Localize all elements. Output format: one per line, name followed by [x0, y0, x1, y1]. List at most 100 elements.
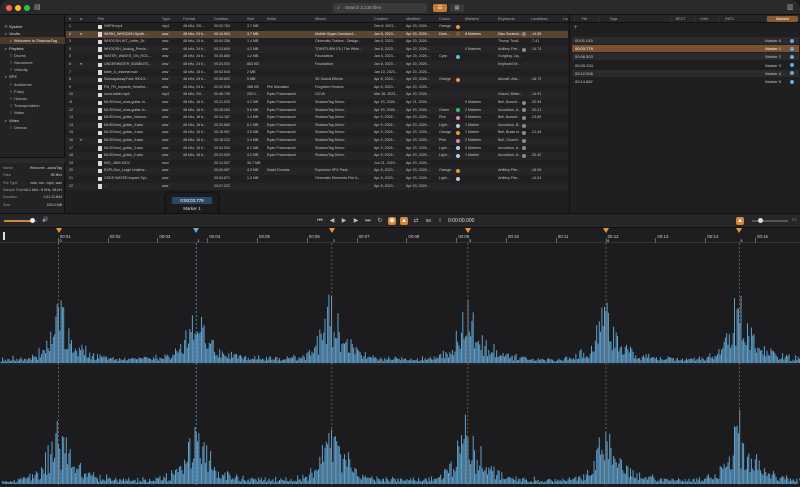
table-row[interactable]: 12 MUSOrnst_ocva-guitar-m... wav 48 kHz, 16…: [66, 106, 568, 115]
tab-ixml[interactable]: iXML: [694, 16, 714, 22]
close-window-button[interactable]: [6, 5, 12, 11]
table-row[interactable]: 20 EXPLOsn_Large Underw... wav 00:06.067 4.3…: [66, 167, 568, 175]
column-header[interactable]: Size: [247, 17, 266, 21]
sidebar-item[interactable]: ⚙System: [0, 23, 65, 30]
tab-file[interactable]: File: [574, 16, 594, 22]
playhead-icon[interactable]: [3, 232, 5, 240]
zoom-slider[interactable]: [752, 218, 788, 223]
tab-info[interactable]: INFO: [718, 16, 740, 22]
column-header[interactable]: Loudness: [531, 17, 561, 21]
sidebar-item[interactable]: ≡ Transportation: [0, 102, 65, 109]
sidebar-item[interactable]: ▸ Welcome to ShadowTag: [0, 37, 65, 45]
marker-row[interactable]: 00:09.234 Marker 3: [572, 62, 799, 69]
column-header[interactable]: Modified: [406, 17, 438, 21]
minimize-window-button[interactable]: [15, 5, 21, 11]
search-input[interactable]: Search 2,138 files: [345, 5, 381, 10]
marker-flag[interactable]: [464, 228, 471, 233]
scroll-lock-button[interactable]: ▲: [736, 217, 744, 225]
sidebar-item[interactable]: ≡ Ambience: [0, 81, 65, 88]
list-view-button[interactable]: ☰: [433, 4, 447, 12]
tab-bext[interactable]: BEXT: [670, 16, 690, 22]
marker-flag[interactable]: [602, 228, 609, 233]
metronome-button[interactable]: ▲: [400, 217, 408, 225]
marker-flag[interactable]: [736, 228, 743, 233]
sidebar-item[interactable]: ≡ Foley: [0, 88, 65, 95]
sidebar-item[interactable]: ≡ Drums: [0, 52, 65, 59]
sidebar-item[interactable]: ≡ Demos: [0, 124, 65, 131]
sidebar-item[interactable]: ≡ Swooshes: [0, 59, 65, 66]
timeline-ruler[interactable]: 00:01 00:02 00:03 00:04 00:05 00:06 00:07 00:08…: [0, 228, 800, 243]
table-row[interactable]: 5 WATER_WAVES_ON_ROC... wav 48 kHz, 24 b...…: [66, 53, 568, 61]
column-header[interactable]: Type: [162, 17, 182, 21]
table-row[interactable]: 18 MUSOrnst_guitar_2.wav wav 48 kHz, 16 b..…: [66, 152, 568, 160]
waveform-view[interactable]: [0, 243, 800, 487]
table-row[interactable]: 19 IMG_4860.MOV mov 00:13.537 30.7 MB Jun 21,…: [66, 159, 568, 168]
table-row[interactable]: 9 FM_FN_Impacts_Heartbe... wav 48 kHz, 24 b…: [66, 83, 568, 92]
table-row[interactable]: 8 SubwayAwayTube 3001G... wav 48 kHz, 24 b.…: [66, 76, 568, 84]
fullscreen-icon[interactable]: ▭: [792, 217, 797, 223]
grid-view-button[interactable]: ▦: [450, 4, 464, 12]
sidebar-item[interactable]: ▸ Video: [0, 117, 65, 124]
column-header[interactable]: Artist: [267, 17, 313, 21]
table-row[interactable]: 17 MUSOrnst_guitar_3.wav wav 48 kHz, 16 b..…: [66, 144, 568, 153]
rewind-button[interactable]: ◀: [328, 217, 336, 225]
speaker-icon[interactable]: 🔊: [42, 217, 48, 223]
table-row[interactable]: 22... wav 00:07.222 Apr 8, 2023... Apr 20, 2…: [66, 182, 568, 191]
record-button[interactable]: ◉: [388, 217, 396, 225]
column-header[interactable]: Keywords: [498, 17, 530, 21]
inspector-toggle-icon[interactable]: ▥: [787, 3, 794, 11]
column-header[interactable]: Format: [183, 17, 213, 21]
table-row[interactable]: 7 table_6_channel.wav wav 48 kHz, 16 b... 00…: [66, 68, 568, 77]
sidebar-item[interactable]: ≡ Velocity: [0, 66, 65, 73]
marker-row[interactable]: 00:06.503 Marker 2: [572, 53, 799, 61]
table-row[interactable]: 10 ocva-trailer.mp4 mp4 48 kHz, 2/0... 00:46…: [66, 91, 568, 99]
loop-button[interactable]: ↻: [376, 217, 384, 225]
sidebar-item[interactable]: ≡ Water: [0, 109, 65, 116]
marker-row[interactable]: 00:03.779 Marker 1: [572, 45, 799, 53]
stepper-icon[interactable]: ⇕: [438, 218, 442, 224]
forward-button[interactable]: ▶: [352, 217, 360, 225]
table-row[interactable]: 3 WHOOSH-HIT_Letter_Dr... wav 48 kHz, 24 b.…: [66, 38, 568, 46]
marker-flag[interactable]: [55, 228, 62, 233]
marker-color-dot[interactable]: [790, 54, 794, 59]
sidebar-item[interactable]: ▸ Vaults: [0, 30, 65, 37]
sidebar-item[interactable]: ▸ Playlists: [0, 45, 65, 52]
sidebar-item[interactable]: ≡ Human: [0, 95, 65, 102]
table-row[interactable]: 4 WHOOSH_Analog_Precis... wav 48 kHz, 24 b.…: [66, 45, 568, 54]
marker-flag[interactable]: [328, 228, 335, 233]
column-header[interactable]: Colors: [439, 17, 463, 21]
table-row[interactable]: 1 XMPH.mp4 mp4 48 kHz, 2/0... 00:02.763 3.7 M…: [66, 23, 568, 31]
marker-row[interactable]: 00:14.687 Marker 5: [572, 78, 799, 85]
table-row[interactable]: 13 MUSOrnst_guitar_harmon... wav 48 kHz, 16…: [66, 114, 568, 122]
table-row[interactable]: 21 CEDS WATER Impact Spl... wav 00:04.871 1.…: [66, 175, 568, 183]
skip-end-button[interactable]: ⏭: [364, 217, 372, 225]
column-header[interactable]: Album: [315, 17, 373, 21]
table-row[interactable]: 2 ● WHSH_WHOOSH-Synth ... wav 48 kHz, 24 b..…: [66, 30, 568, 39]
marker-color-dot[interactable]: [790, 79, 794, 84]
volume-slider[interactable]: [4, 218, 38, 223]
tab-markers[interactable]: Markers: [766, 16, 798, 22]
column-header[interactable]: #: [69, 17, 79, 21]
marker-row[interactable]: 00:12.008 Marker 4: [572, 69, 799, 77]
marker-color-dot[interactable]: [790, 71, 794, 76]
column-header[interactable]: ●: [80, 17, 96, 21]
sidebar-toggle-icon[interactable]: ▤: [34, 3, 41, 11]
column-header[interactable]: Duration: [214, 17, 246, 21]
add-marker-icon[interactable]: +: [574, 25, 578, 31]
marker-time[interactable]: 0:00:03.779: [172, 197, 212, 204]
link-button[interactable]: ⇄: [412, 217, 420, 225]
marker-row[interactable]: 00:01.015 Marker 0: [572, 37, 799, 44]
skip-start-button[interactable]: ⏮: [316, 217, 324, 225]
zoom-window-button[interactable]: [24, 5, 30, 11]
table-row[interactable]: 6 ● UNDERWATER_BUBBLES... wav 48 kHz, 24 b..…: [66, 61, 568, 69]
sidebar-item[interactable]: ▸ SFX: [0, 73, 65, 80]
table-row[interactable]: 15 MUSOrnst_guitar_4.wav wav 48 kHz, 16 b..…: [66, 129, 568, 137]
tab-tags[interactable]: Tags: [598, 16, 628, 22]
marker-color-dot[interactable]: [790, 46, 794, 51]
marker-color-dot[interactable]: [790, 63, 794, 68]
marker-color-dot[interactable]: [790, 38, 794, 43]
play-button[interactable]: ▶: [340, 217, 348, 225]
rate-value[interactable]: 60: [426, 218, 431, 223]
table-row[interactable]: 14 MUSOrnst_guitar_4.wav wav 48 kHz, 16 b..…: [66, 121, 568, 130]
search-field[interactable]: ⌕ Search 2,138 files: [333, 3, 427, 13]
